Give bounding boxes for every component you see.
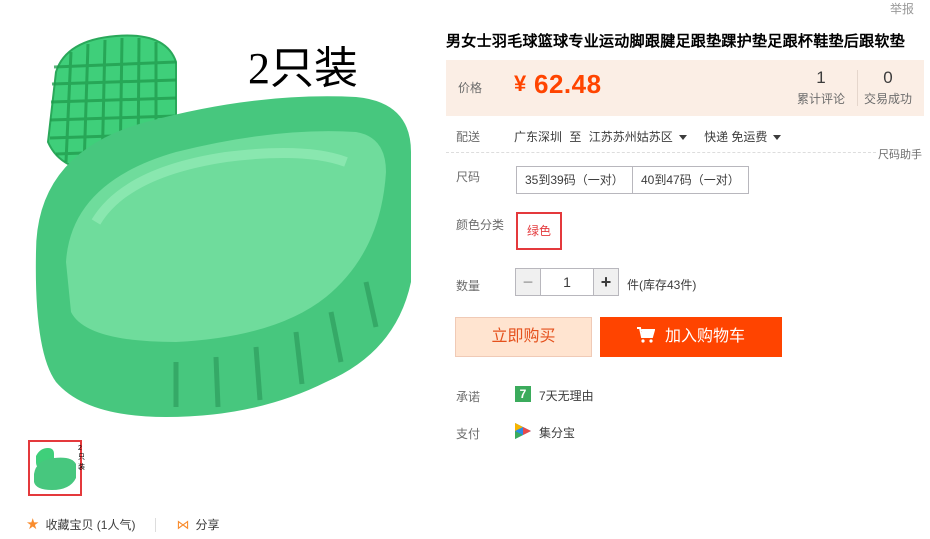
ship-to-dropdown[interactable]: 江苏苏州姑苏区 [589, 130, 687, 144]
report-link[interactable]: 举报 [890, 0, 914, 17]
payment-text[interactable]: 集分宝 [539, 424, 575, 441]
thumbnail-caption: 2只装 [78, 445, 85, 471]
ship-method-dropdown[interactable]: 快递 免运费 [704, 130, 782, 144]
payment-label: 支付 [456, 427, 481, 441]
quantity-decrease-button[interactable]: − [515, 268, 541, 296]
review-count-stat[interactable]: 1 累计评论 [794, 68, 848, 107]
ship-to: 江苏苏州姑苏区 [588, 130, 673, 144]
currency-symbol: ¥ [514, 71, 527, 96]
shipping-label: 配送 [456, 130, 481, 144]
size-option-40-47[interactable]: 40到47码（一对） [632, 166, 749, 194]
sales-count-stat: 0 交易成功 [858, 68, 918, 107]
promise-text[interactable]: 7天无理由 [539, 387, 594, 404]
price-panel: 价格 ¥ 62.48 1 累计评论 0 交易成功 [446, 60, 924, 116]
shipping-info: 广东深圳 至 江苏苏州姑苏区 快递 免运费 [514, 128, 782, 145]
quantity-increase-button[interactable]: + [593, 268, 619, 296]
ship-to-word: 至 [569, 130, 582, 144]
image-caption: 2只装 [248, 44, 358, 93]
main-product-image[interactable]: 2只装 [26, 22, 426, 422]
share-icon[interactable]: ⋈ [176, 517, 189, 533]
size-option-35-39[interactable]: 35到39码（一对） [516, 166, 633, 194]
review-count-label: 累计评论 [796, 92, 845, 106]
item-actions: ★ 收藏宝贝 (1人气) ⋈ 分享 [26, 516, 219, 533]
cart-icon [636, 327, 655, 343]
sales-count: 0 [883, 68, 893, 87]
thumbnail-image [32, 444, 78, 492]
promise-label: 承诺 [456, 390, 481, 404]
favorite-link[interactable]: 收藏宝贝 (1人气) [45, 516, 135, 533]
chevron-down-icon [773, 135, 782, 141]
chevron-down-icon [678, 135, 687, 141]
buy-now-button[interactable]: 立即购买 [455, 317, 592, 357]
review-count: 1 [816, 68, 826, 87]
ship-method: 快递 免运费 [704, 130, 768, 144]
size-help-link[interactable]: 尺码助手 [878, 146, 922, 162]
share-link[interactable]: 分享 [195, 516, 219, 533]
add-to-cart-label: 加入购物车 [664, 328, 745, 345]
section-divider [446, 152, 876, 153]
price-label: 价格 [458, 81, 483, 95]
color-label: 颜色分类 [456, 218, 505, 232]
stock-text: 件(库存43件) [627, 278, 697, 292]
add-to-cart-button[interactable]: 加入购物车 [600, 317, 782, 357]
divider [155, 517, 157, 532]
sales-count-label: 交易成功 [863, 92, 912, 106]
ship-from: 广东深圳 [514, 130, 563, 144]
star-icon[interactable]: ★ [26, 517, 39, 532]
heel-cup-illustration [35, 34, 411, 418]
quantity-stepper: − 1 + [515, 268, 619, 296]
seven-day-return-icon: 7 [515, 386, 531, 402]
price-value: 62.48 [534, 69, 602, 99]
color-option-green[interactable]: 绿色 [516, 212, 563, 250]
jifenbao-icon [515, 423, 531, 439]
thumbnail-selected[interactable]: 2只装 [28, 440, 85, 496]
quantity-label: 数量 [456, 279, 481, 293]
size-label: 尺码 [456, 170, 481, 184]
product-title: 男女士羽毛球篮球专业运动脚跟腱足跟垫踝护垫足跟杯鞋垫后跟软垫 [446, 33, 906, 50]
quantity-input[interactable]: 1 [541, 268, 593, 296]
